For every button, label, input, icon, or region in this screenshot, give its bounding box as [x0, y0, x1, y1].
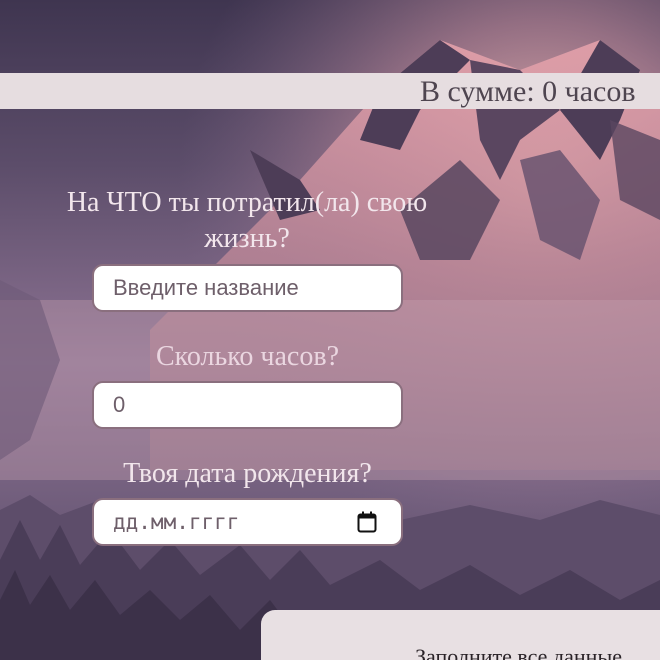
activity-name-input[interactable] — [92, 264, 403, 312]
info-card: Заполните все данные — [261, 610, 660, 660]
total-hours-text: В сумме: 0 часов — [420, 75, 636, 108]
question-what-label: На ЧТО ты потратил(ла) свою жизнь? — [66, 187, 428, 254]
question-birth-label: Твоя дата рождения? — [123, 458, 372, 489]
birth-date-input[interactable]: дд.мм.гггг — [92, 498, 403, 546]
hours-input[interactable] — [92, 381, 403, 429]
question-hours-label: Сколько часов? — [156, 341, 339, 372]
calendar-icon[interactable] — [357, 511, 377, 533]
total-hours-bar: В сумме: 0 часов — [0, 73, 660, 109]
info-message: Заполните все данные — [415, 644, 622, 660]
date-placeholder: дд.мм.гггг — [113, 510, 240, 534]
